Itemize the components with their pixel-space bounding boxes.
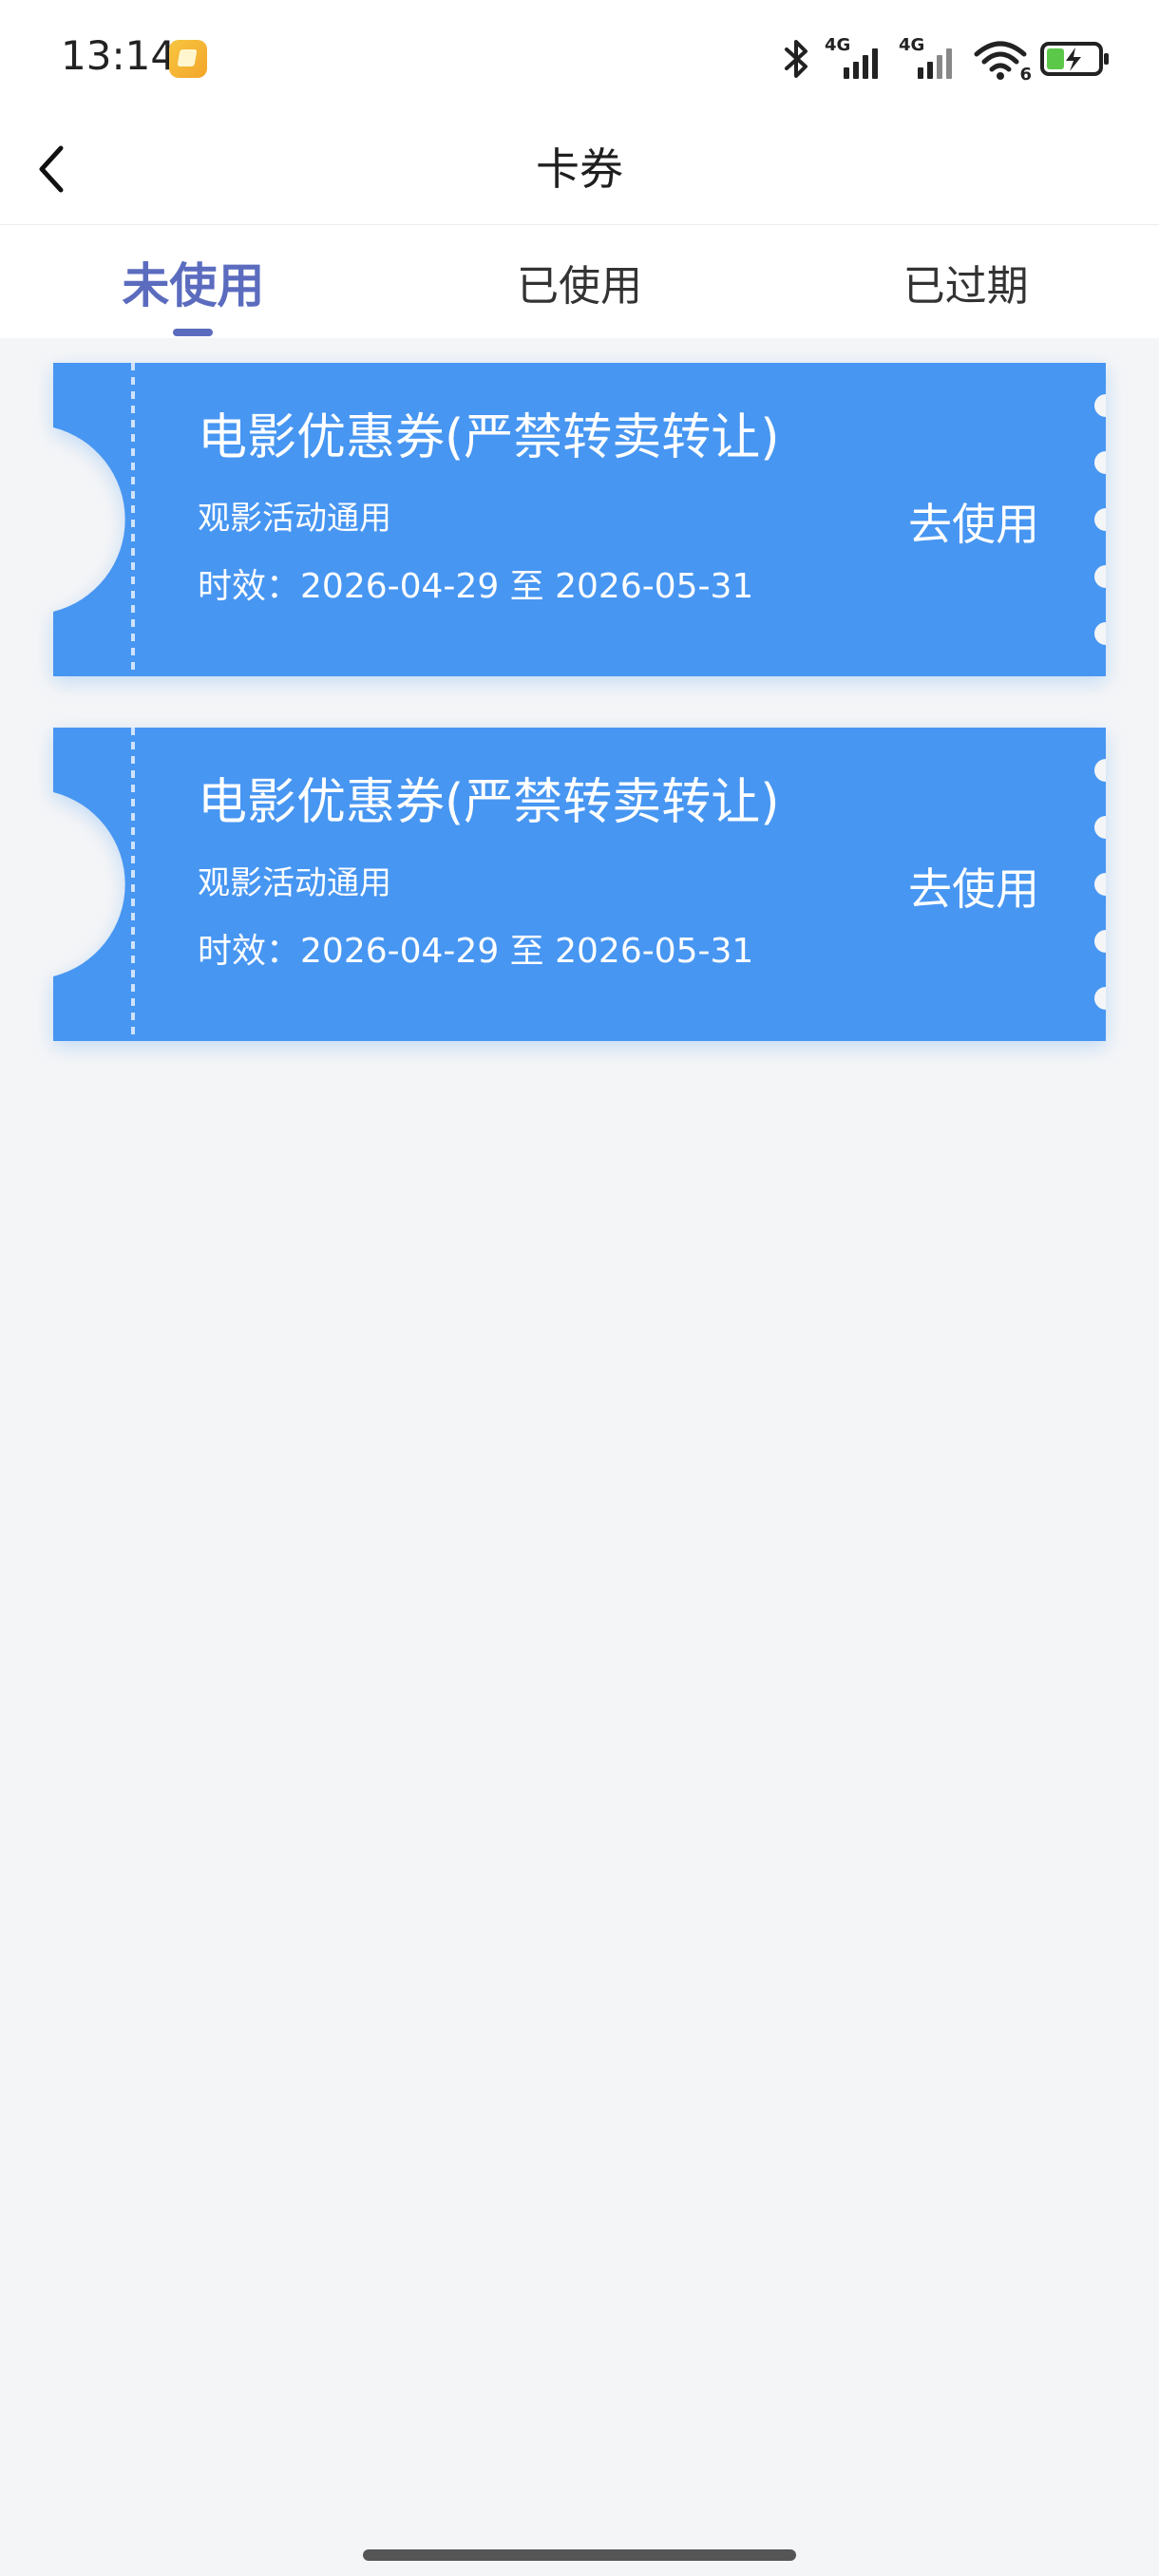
notification-app-icon xyxy=(169,40,207,78)
validity-label: 时效： xyxy=(198,932,301,971)
coupon-card[interactable]: 电影优惠券(严禁转卖转让) 观影活动通用 时效：2026-04-29 至 202… xyxy=(53,728,1106,1041)
status-icons: 4G 4G 6 xyxy=(781,32,1112,85)
cellular-signal-2: 4G xyxy=(899,35,961,83)
validity-range: 2026-04-29 至 2026-05-31 xyxy=(300,567,754,606)
coupon-title: 电影优惠券(严禁转卖转让) xyxy=(198,774,780,831)
coupon-validity: 时效：2026-04-29 至 2026-05-31 xyxy=(198,923,753,973)
wifi-status: 6 xyxy=(973,35,1032,85)
signal-bars-icon xyxy=(918,48,952,79)
validity-label: 时效： xyxy=(198,567,301,606)
bluetooth-icon xyxy=(785,40,808,78)
home-indicator-bar[interactable] xyxy=(363,2549,796,2561)
validity-range: 2026-04-29 至 2026-05-31 xyxy=(300,932,754,971)
battery-charging-icon xyxy=(1040,42,1109,76)
page-title: 卡券 xyxy=(536,143,623,195)
signal-bars-icon xyxy=(844,48,878,79)
tab-label: 未使用 xyxy=(122,258,265,313)
use-coupon-button[interactable]: 去使用 xyxy=(908,490,1039,553)
status-time: 13:14 xyxy=(61,32,177,79)
coupon-card[interactable]: 电影优惠券(严禁转卖转让) 观影活动通用 时效：2026-04-29 至 202… xyxy=(53,363,1106,676)
cellular-signal-1: 4G xyxy=(825,35,887,83)
status-bar: 13:14 4G 4G 6 xyxy=(0,0,1159,114)
coupon-validity: 时效：2026-04-29 至 2026-05-31 xyxy=(198,559,753,608)
tab-label: 已过期 xyxy=(902,262,1029,311)
wifi-badge: 6 xyxy=(1019,65,1032,85)
header-area: 13:14 4G 4G 6 卡券 未使用 已使用 已过期 xyxy=(0,0,1159,338)
active-tab-indicator xyxy=(173,329,214,336)
tab-expired[interactable]: 已过期 xyxy=(772,225,1159,338)
tab-label: 已使用 xyxy=(517,262,642,311)
coupon-subtitle: 观影活动通用 xyxy=(198,500,391,538)
nav-bar: 卡券 xyxy=(0,114,1159,225)
use-coupon-button[interactable]: 去使用 xyxy=(908,855,1039,918)
tab-unused[interactable]: 未使用 xyxy=(0,225,387,338)
coupon-subtitle: 观影活动通用 xyxy=(198,864,391,902)
tab-used[interactable]: 已使用 xyxy=(387,225,773,338)
coupon-title: 电影优惠券(严禁转卖转让) xyxy=(198,409,780,466)
tab-bar: 未使用 已使用 已过期 xyxy=(0,225,1159,338)
